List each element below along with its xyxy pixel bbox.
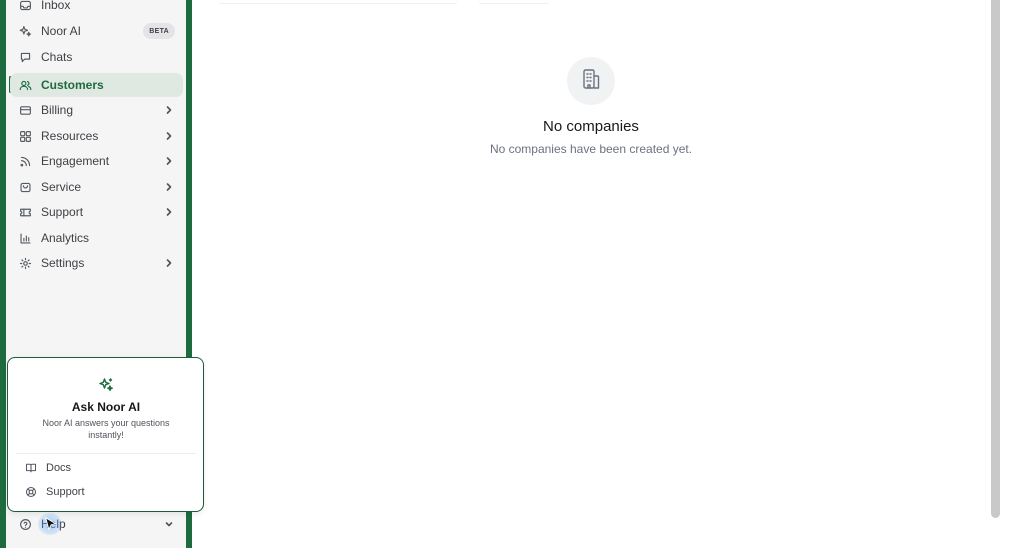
sparkle-icon <box>98 377 114 393</box>
sidebar-item-label: Analytics <box>41 231 90 245</box>
sidebar-item-label: Resources <box>41 129 99 143</box>
bag-icon <box>18 180 32 194</box>
docs-link[interactable]: Docs <box>16 457 196 479</box>
toolbar-stub <box>218 0 458 4</box>
mouse-cursor <box>38 513 62 535</box>
users-icon <box>18 78 32 92</box>
sidebar-item-customers[interactable]: Customers <box>10 73 183 97</box>
support-link[interactable]: Support <box>16 481 196 503</box>
sidebar-item-chats[interactable]: Chats <box>10 45 183 69</box>
bar-chart-icon <box>18 231 32 245</box>
gear-icon <box>18 256 32 270</box>
sidebar-item-label: Chats <box>41 50 73 64</box>
chevron-right-icon <box>163 130 175 142</box>
grid-icon <box>18 129 32 143</box>
chevron-right-icon <box>163 181 175 193</box>
chevron-right-icon <box>163 104 175 116</box>
inbox-icon <box>18 0 32 12</box>
rss-icon <box>18 154 32 168</box>
ticket-icon <box>18 205 32 219</box>
divider <box>16 453 196 454</box>
scrollbar[interactable] <box>991 0 1000 518</box>
popup-title[interactable]: Ask Noor AI <box>8 400 204 414</box>
sidebar-item-label: Inbox <box>41 0 71 12</box>
chevron-right-icon <box>163 257 175 269</box>
sidebar-item-noor-ai[interactable]: Noor AI BETA <box>10 19 183 43</box>
sidebar-item-label: Support <box>41 205 84 219</box>
sidebar-item-label: Billing <box>41 103 74 117</box>
book-icon <box>24 461 38 475</box>
sidebar-item-support[interactable]: Support <box>10 200 183 224</box>
sidebar-item-resources[interactable]: Resources <box>10 124 183 148</box>
chat-icon <box>18 50 32 64</box>
app-window: Inbox Noor AI BETA Chats Customers Billi… <box>0 0 1024 548</box>
empty-state-subtitle: No companies have been created yet. <box>489 142 693 156</box>
link-label: Docs <box>46 462 72 474</box>
beta-badge: BETA <box>143 23 175 39</box>
sidebar-item-settings[interactable]: Settings <box>10 251 183 275</box>
sidebar-item-label: Service <box>41 180 82 194</box>
sidebar-item-label: Noor AI <box>41 24 82 38</box>
chevron-down-icon <box>163 518 175 530</box>
sidebar-item-label: Engagement <box>41 154 110 168</box>
sidebar-item-label: Settings <box>41 256 85 270</box>
empty-state-icon-container <box>567 57 615 105</box>
building-icon <box>579 67 603 96</box>
credit-card-icon <box>18 103 32 117</box>
sidebar-item-service[interactable]: Service <box>10 175 183 199</box>
sidebar-item-billing[interactable]: Billing <box>10 98 183 122</box>
link-label: Support <box>46 486 85 498</box>
sidebar-item-engagement[interactable]: Engagement <box>10 149 183 173</box>
sidebar-item-label: Customers <box>41 78 104 92</box>
sidebar-item-help[interactable]: Help <box>10 513 183 535</box>
sidebar-item-inbox[interactable]: Inbox <box>10 0 183 17</box>
chevron-right-icon <box>163 206 175 218</box>
empty-state-title: No companies <box>543 118 639 135</box>
sidebar-item-analytics[interactable]: Analytics <box>10 226 183 250</box>
help-circle-icon <box>18 517 32 531</box>
sparkle-icon <box>18 24 32 38</box>
chevron-right-icon <box>163 155 175 167</box>
lifebuoy-icon <box>24 485 38 499</box>
toolbar-stub <box>478 0 550 4</box>
help-popup: Ask Noor AI Noor AI answers your questio… <box>7 357 204 512</box>
main-content: No companies No companies have been crea… <box>192 0 1024 548</box>
popup-description: Noor AI answers your questions instantly… <box>42 418 170 440</box>
